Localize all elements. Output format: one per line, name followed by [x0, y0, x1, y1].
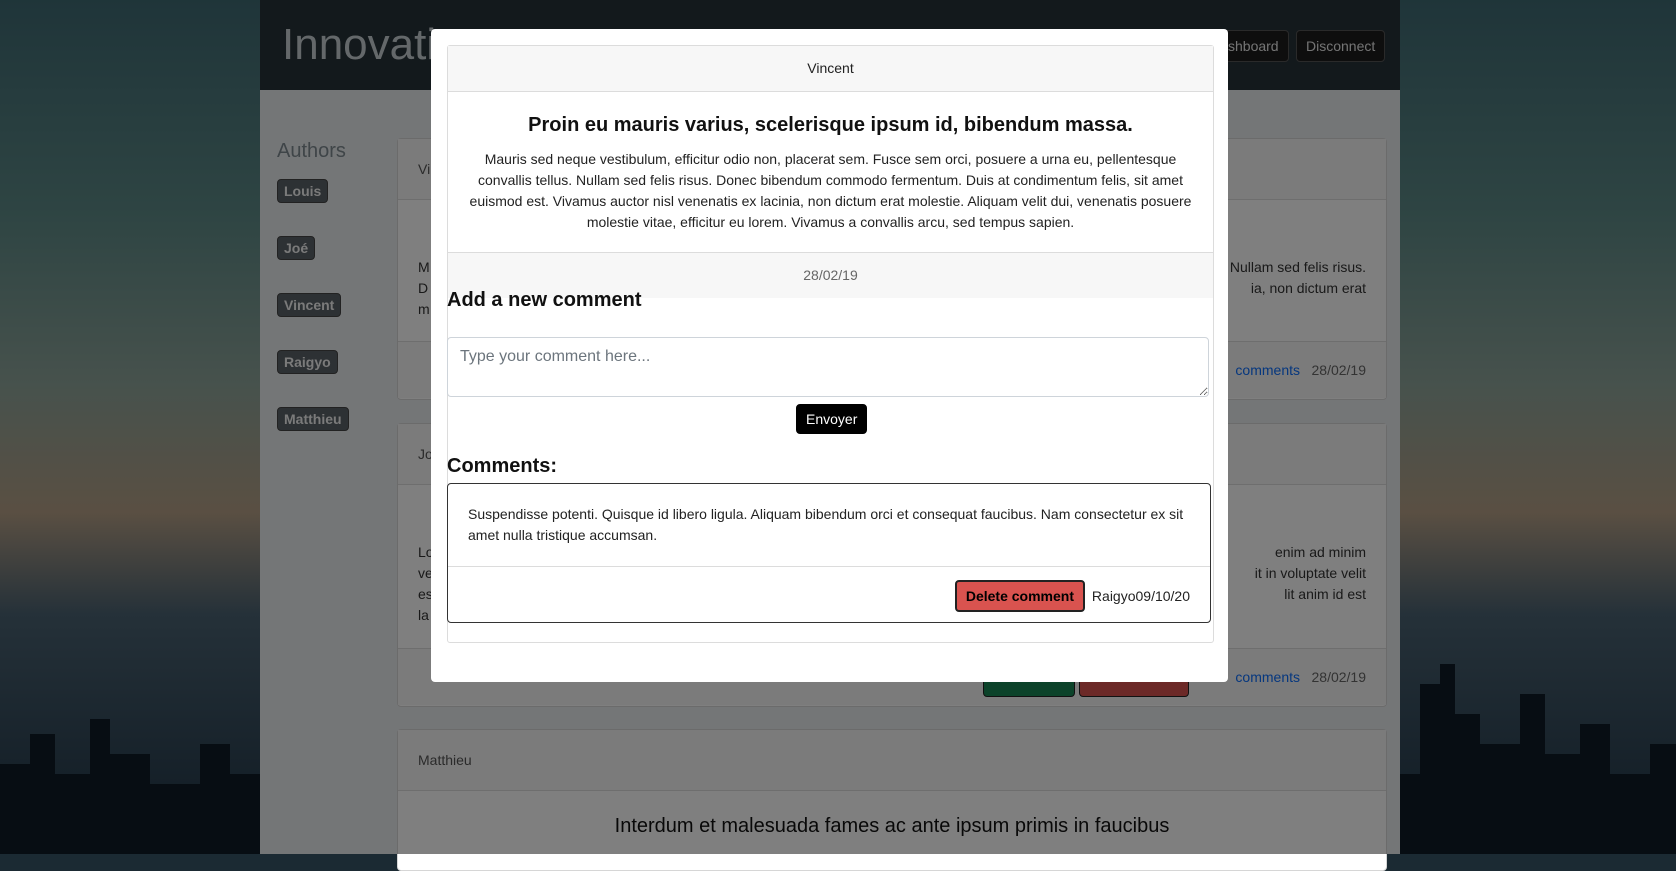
add-comment-heading: Add a new comment — [447, 289, 642, 311]
delete-comment-button[interactable]: Delete comment — [954, 580, 1085, 612]
comment-footer: Delete comment Raigyo09/10/20 — [448, 566, 1210, 623]
post-author: Vincent — [448, 46, 1213, 92]
comment-author-date: Raigyo09/10/20 — [1091, 588, 1190, 604]
comment-item: Suspendisse potenti. Quisque id libero l… — [447, 483, 1211, 623]
comments-heading: Comments: — [447, 455, 558, 477]
post-modal: Vincent Proin eu mauris varius, sceleris… — [431, 29, 1228, 682]
comment-text: Suspendisse potenti. Quisque id libero l… — [468, 506, 1184, 543]
post-title: Proin eu mauris varius, scelerisque ipsu… — [528, 114, 1133, 136]
post-body: Mauris sed neque vestibulum, efficitur o… — [469, 151, 1192, 230]
comment-input[interactable] — [447, 337, 1209, 397]
send-comment-button[interactable]: Envoyer — [796, 404, 868, 434]
